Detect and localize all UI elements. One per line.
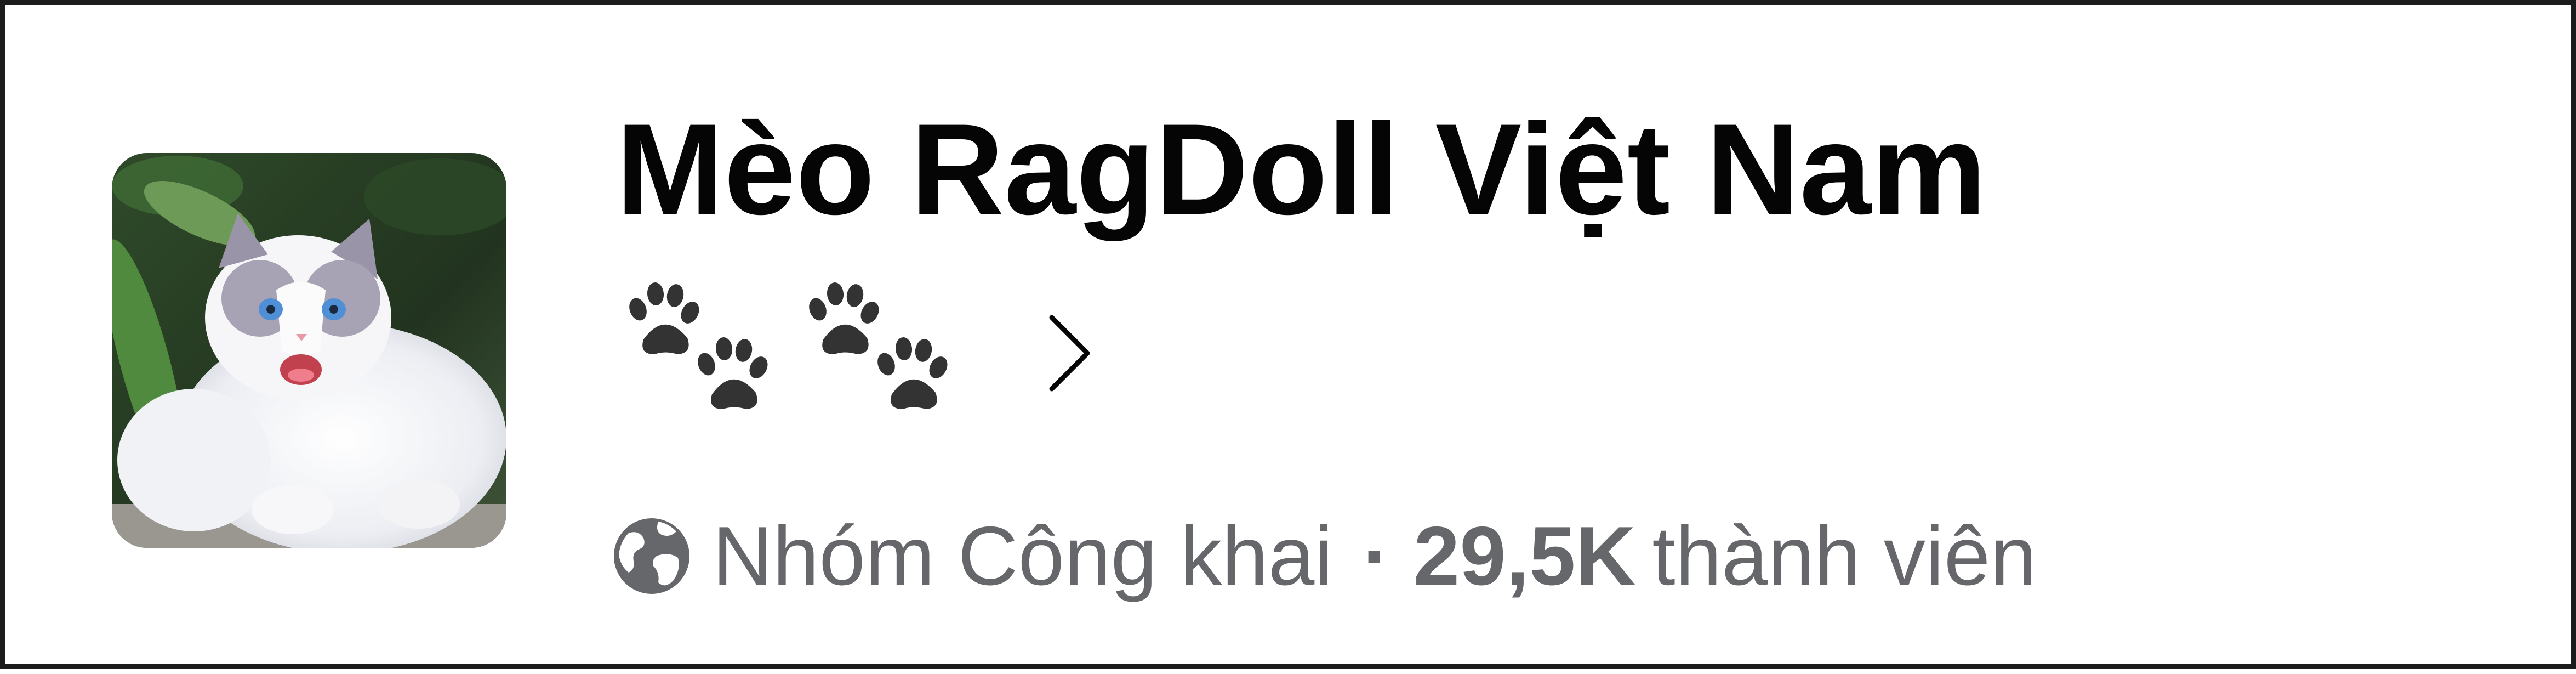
emoji-row: [616, 271, 976, 435]
privacy-label: Nhóm Công khai: [713, 509, 1333, 603]
window-frame: Mèo RagDoll Việt Nam Nhóm Công khai · 29…: [0, 0, 2576, 669]
group-header-card[interactable]: Mèo RagDoll Việt Nam Nhóm Công khai · 29…: [5, 5, 2576, 674]
chevron-right-icon[interactable]: [1035, 309, 1107, 397]
member-count[interactable]: 29,5K: [1414, 508, 1636, 604]
ragdoll-cat-photo: [112, 153, 506, 548]
group-meta: Nhóm Công khai · 29,5K thành viên: [611, 501, 2037, 611]
paw-prints-icon: [629, 282, 768, 409]
member-label[interactable]: thành viên: [1652, 508, 2036, 604]
group-name[interactable]: Mèo RagDoll Việt Nam: [616, 87, 1986, 252]
globe-icon: [614, 518, 689, 594]
paw-prints-icon: [809, 282, 948, 409]
group-avatar[interactable]: [112, 153, 506, 548]
separator-dot: ·: [1363, 509, 1390, 603]
